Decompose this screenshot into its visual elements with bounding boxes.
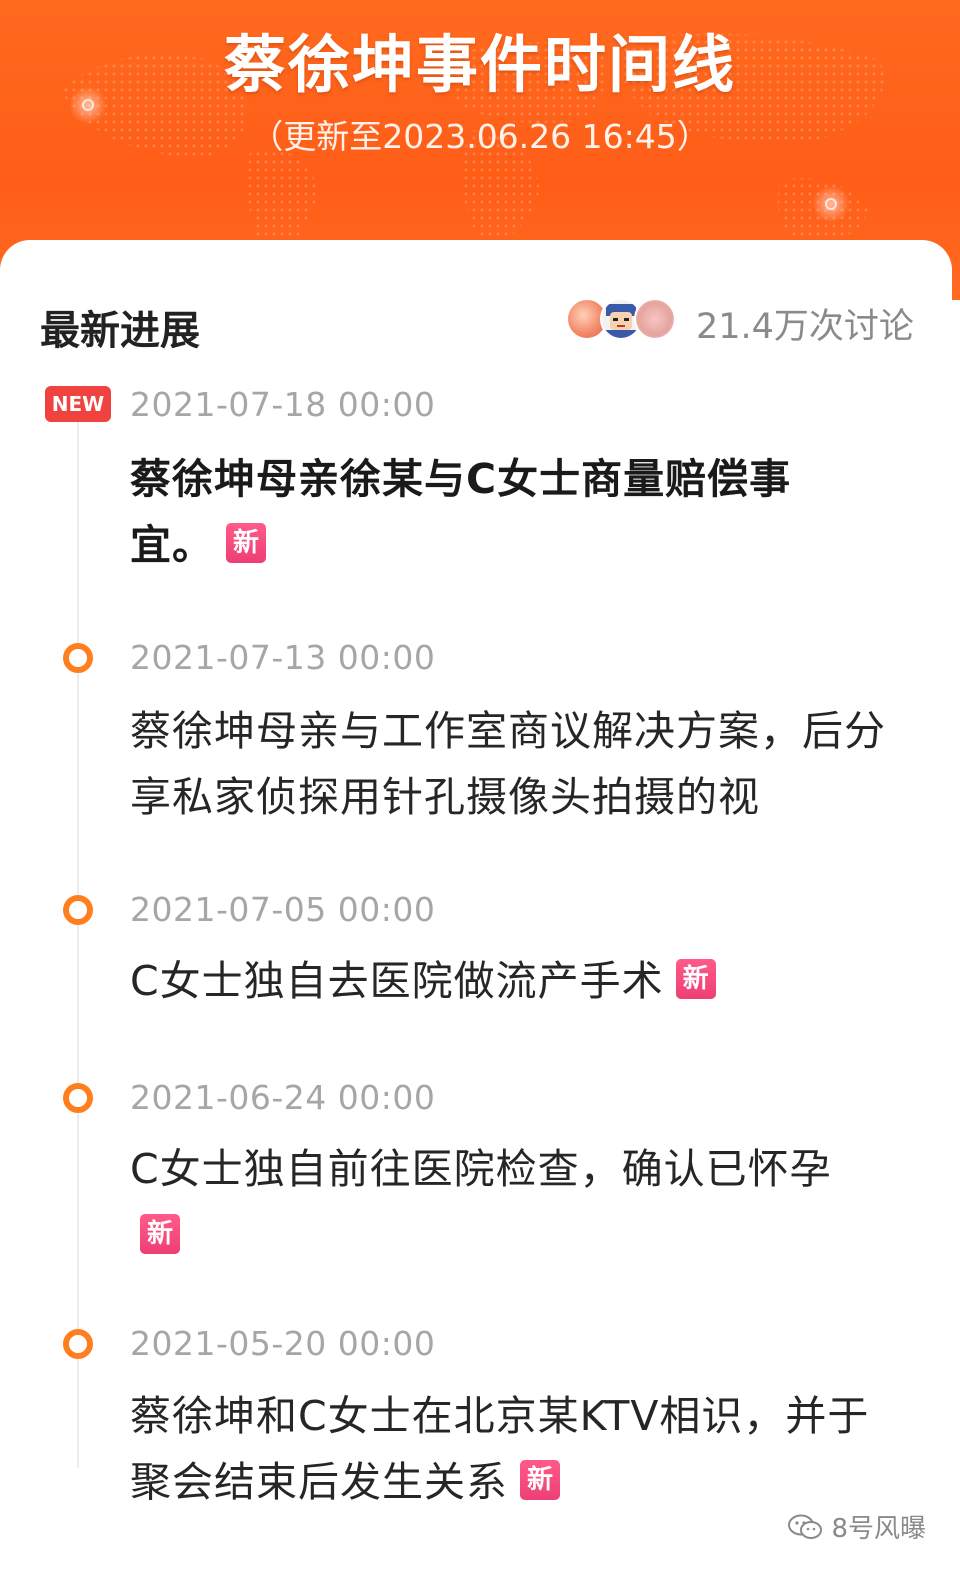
timeline-date: 2021-05-20 00:00 <box>130 1324 436 1363</box>
timeline-text-content: 蔡徐坤和C女士在北京某KTV相识，并于聚会结束后发生关系 <box>130 1392 870 1506</box>
timeline-text: 蔡徐坤母亲徐某与C女士商量赔偿事宜。新 <box>130 446 850 578</box>
new-tag: 新 <box>140 1214 180 1254</box>
timeline-text: C女士独自前往医院检查，确认已怀孕 新 <box>130 1136 900 1254</box>
avatar-group[interactable] <box>566 298 686 342</box>
timeline-text: C女士独自去医院做流产手术新 <box>130 948 900 1014</box>
timeline-date: 2021-07-13 00:00 <box>130 638 436 677</box>
timeline-dot <box>63 1329 93 1359</box>
pink-avatar <box>634 298 676 340</box>
wechat-icon <box>788 1514 823 1539</box>
new-tag: 新 <box>675 959 716 999</box>
watermark-label: 8号风曝 <box>831 1514 926 1544</box>
update-time: （更新至2023.06.26 16:45） <box>250 117 710 156</box>
map-glow-marker <box>812 185 850 223</box>
new-tag: 新 <box>520 1460 560 1500</box>
timeline-date: 2021-06-24 00:00 <box>130 1078 436 1117</box>
new-badge: NEW <box>45 386 111 422</box>
timeline-dot <box>63 1083 93 1113</box>
timeline-text: 蔡徐坤和C女士在北京某KTV相识，并于聚会结束后发生关系新 <box>130 1383 890 1515</box>
timeline-text-content: C女士独自前往医院检查，确认已怀孕 <box>130 1145 832 1193</box>
new-tag: 新 <box>226 523 266 563</box>
timeline-text-content: C女士独自去医院做流产手术 <box>130 957 664 1005</box>
watermark: 8号风曝 <box>787 1508 926 1545</box>
timeline-line <box>77 418 79 1468</box>
timeline-card: 最新进展 21.4万次讨论 NEW 2021-07-18 00:00 蔡徐坤母亲… <box>0 240 952 1580</box>
timeline-dot <box>63 643 93 673</box>
page: 蔡徐坤事件时间线 （更新至2023.06.26 16:45） 最新进展 21.4… <box>0 0 960 1580</box>
timeline-date: 2021-07-18 00:00 <box>130 385 436 424</box>
timeline-date: 2021-07-05 00:00 <box>130 890 436 929</box>
section-title: 最新进展 <box>40 308 200 354</box>
timeline-dot <box>63 895 93 925</box>
page-title: 蔡徐坤事件时间线 <box>223 28 736 101</box>
timeline-text: 蔡徐坤母亲与工作室商议解决方案，后分享私家侦探用针孔摄像头拍摄的视 <box>130 707 886 821</box>
discussion-count[interactable]: 21.4万次讨论 <box>696 298 914 349</box>
